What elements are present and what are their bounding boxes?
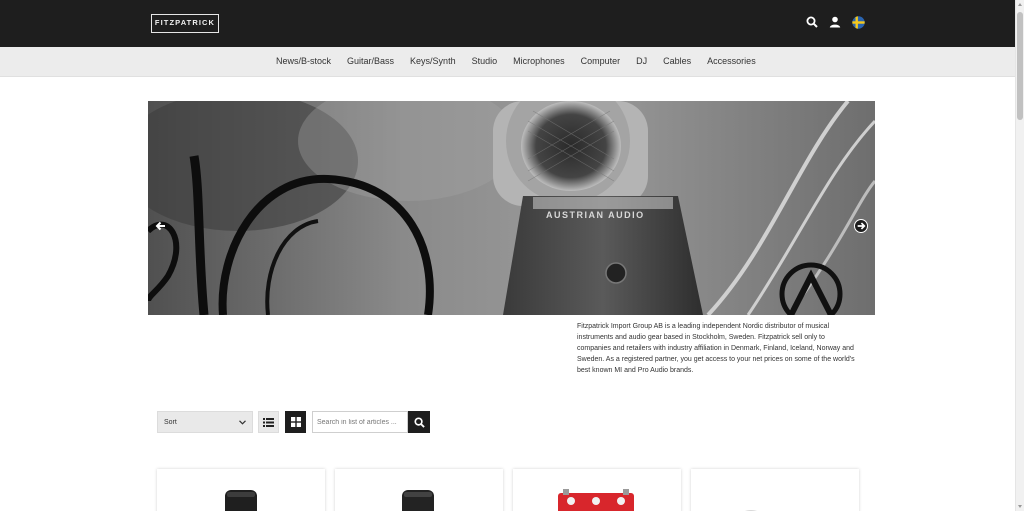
list-view-button[interactable]: [258, 411, 279, 433]
article-search-input[interactable]: [312, 411, 408, 433]
arrow-right-icon: [857, 222, 866, 230]
product-image: [558, 489, 634, 511]
product-image: [745, 510, 757, 511]
company-description: Fitzpatrick Import Group AB is a leading…: [577, 323, 855, 374]
nav-item-keys-synth[interactable]: Keys/Synth: [410, 56, 456, 66]
page-scrollbar[interactable]: [1015, 0, 1024, 511]
sort-select[interactable]: Sort: [157, 411, 253, 433]
carousel-prev-button[interactable]: [154, 219, 168, 233]
nav-item-microphones[interactable]: Microphones: [513, 56, 565, 66]
nav-item-accessories[interactable]: Accessories: [707, 56, 756, 66]
product-card[interactable]: [157, 469, 325, 511]
grid-view-button[interactable]: [285, 411, 306, 433]
scroll-up-icon[interactable]: [1018, 3, 1022, 6]
user-icon[interactable]: [828, 15, 842, 29]
search-icon[interactable]: [805, 15, 819, 29]
sort-label: Sort: [164, 418, 177, 426]
category-nav: News/B-stock Guitar/Bass Keys/Synth Stud…: [0, 47, 1015, 77]
product-card[interactable]: [691, 469, 859, 511]
scrollbar-thumb[interactable]: [1017, 12, 1023, 120]
grid-icon: [290, 417, 301, 427]
article-search-button[interactable]: [408, 411, 430, 433]
hero-carousel: AUSTRIAN AUDIO: [148, 101, 875, 315]
nav-item-guitar-bass[interactable]: Guitar/Bass: [347, 56, 394, 66]
search-icon: [413, 416, 425, 428]
arrow-left-icon: [155, 221, 165, 231]
swedish-flag-icon[interactable]: [851, 15, 865, 29]
site-header: FITZPATRICK: [0, 0, 1015, 47]
product-image: [402, 490, 434, 511]
fitzpatrick-logo[interactable]: FITZPATRICK: [151, 14, 219, 33]
nav-item-studio[interactable]: Studio: [472, 56, 498, 66]
header-actions: [805, 15, 865, 29]
nav-item-dj[interactable]: DJ: [636, 56, 647, 66]
scroll-down-icon[interactable]: [1018, 505, 1022, 508]
product-image: [225, 490, 257, 511]
nav-item-cables[interactable]: Cables: [663, 56, 691, 66]
hero-image: AUSTRIAN AUDIO: [148, 101, 875, 315]
product-card[interactable]: [513, 469, 681, 511]
nav-item-computer[interactable]: Computer: [581, 56, 621, 66]
chevron-down-icon: [239, 419, 246, 425]
carousel-next-button[interactable]: [854, 219, 868, 233]
mic-brand-text: AUSTRIAN AUDIO: [546, 210, 645, 220]
product-card[interactable]: [335, 469, 503, 511]
list-icon: [263, 417, 274, 427]
nav-item-news-b-stock[interactable]: News/B-stock: [276, 56, 331, 66]
